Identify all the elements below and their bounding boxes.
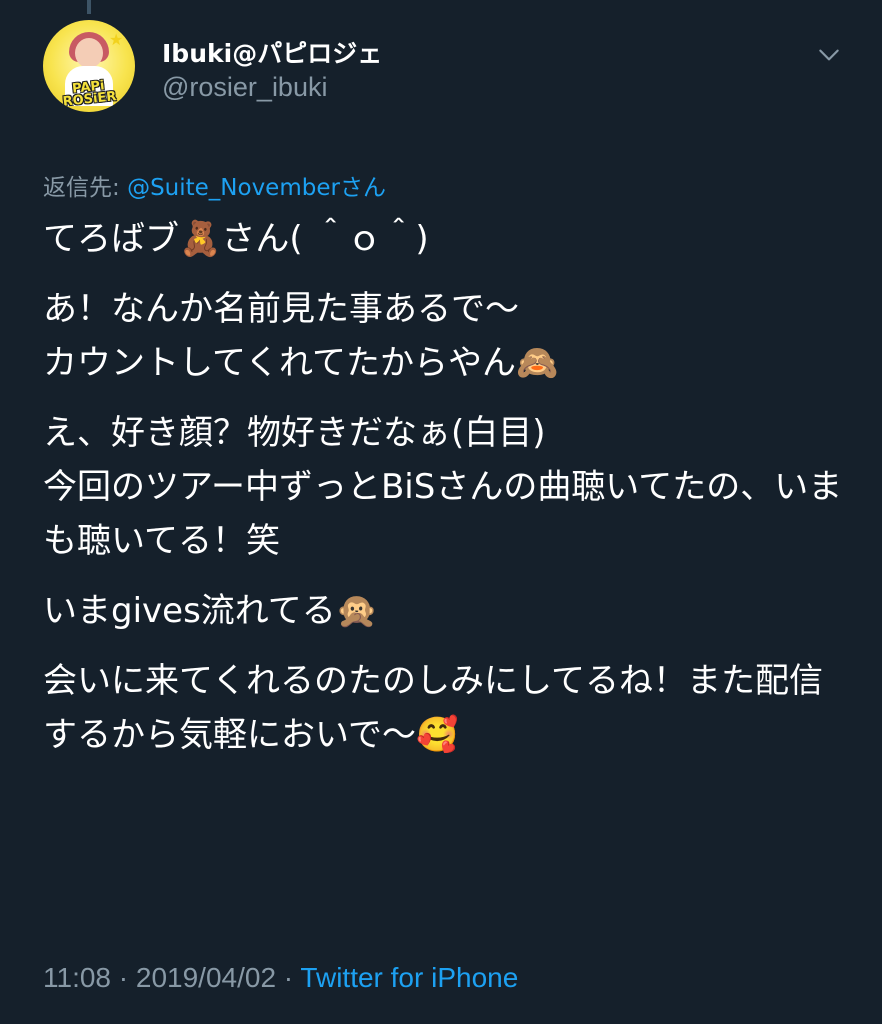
tweet-text: てろばブ🧸さん( ＾ｏ＾) あ！なんか名前見た事あるで〜 カウントしてくれてたか…	[43, 212, 843, 778]
tweet-meta: 11:08 · 2019/04/02 · Twitter for iPhone	[43, 962, 518, 994]
tweet-time: 11:08	[43, 962, 111, 993]
tweet-paragraph-3: え、好き顔？物好きだなぁ(白目) 今回のツアー中ずっとBiSさんの曲聴いてたの、…	[43, 413, 843, 561]
avatar[interactable]: ★ PAPi ROSiER	[43, 20, 135, 112]
avatar-face	[75, 38, 103, 68]
chevron-down-icon[interactable]	[816, 42, 842, 68]
author-display-name[interactable]: Ibuki@パピロジェ	[162, 34, 382, 70]
tweet-header: ★ PAPi ROSiER Ibuki@パピロジェ @rosier_ibuki	[43, 20, 842, 120]
thread-connector-line	[87, 0, 91, 14]
meta-separator: ·	[276, 962, 301, 993]
reply-context: 返信先: @Suite_Novemberさん	[43, 168, 386, 202]
tweet-paragraph-4: いまgives流れてる🙊	[43, 591, 379, 631]
tweet-paragraph-2: あ！なんか名前見た事あるで〜 カウントしてくれてたからやん🙈	[43, 289, 559, 383]
tweet-paragraph-1: てろばブ🧸さん( ＾ｏ＾)	[43, 219, 429, 259]
tweet-date: 2019/04/02	[135, 962, 277, 993]
author-handle[interactable]: @rosier_ibuki	[162, 72, 327, 103]
reply-mention-handle: @Suite_November	[127, 175, 340, 201]
avatar-star-icon: ★	[109, 30, 124, 49]
reply-mention-link[interactable]: @Suite_Novemberさん	[127, 175, 386, 201]
tweet-paragraph-5: 会いに来てくれるのたのしみにしてるね！また配信するから気軽においで〜🥰	[43, 661, 823, 755]
meta-separator: ·	[111, 962, 136, 993]
reply-mention-suffix: さん	[339, 175, 386, 201]
tweet-source-link[interactable]: Twitter for iPhone	[300, 962, 518, 993]
reply-label: 返信先:	[43, 175, 120, 201]
